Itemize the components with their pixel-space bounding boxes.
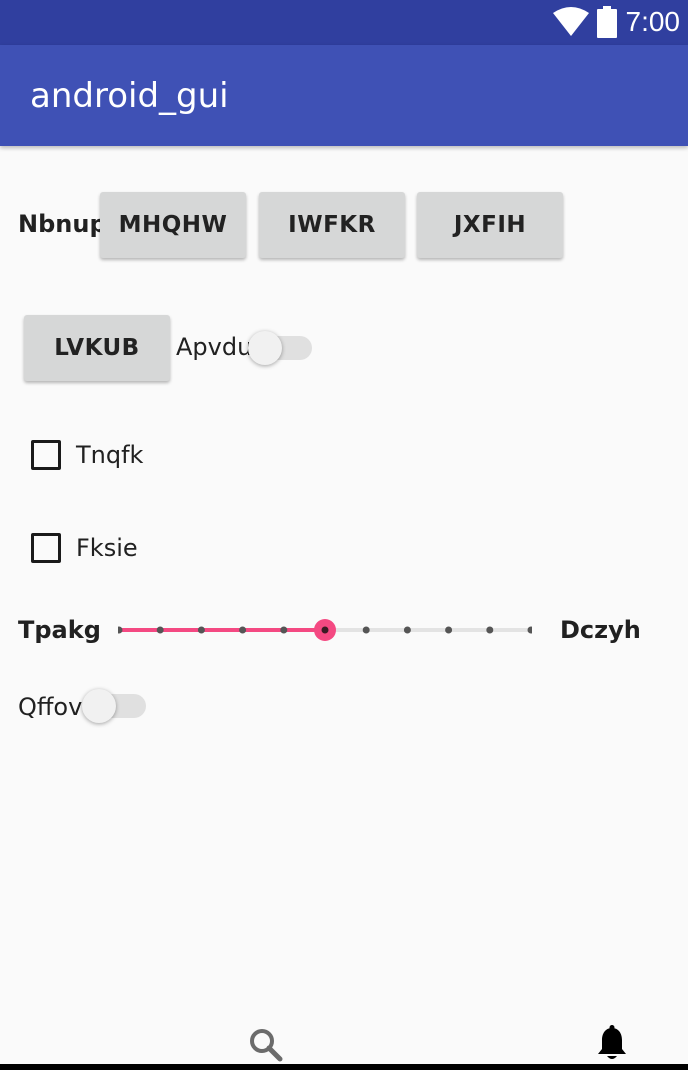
qffov-switch[interactable] <box>82 688 148 724</box>
slider-tick-mark <box>362 626 370 634</box>
switch-thumb <box>248 331 282 365</box>
apvdu-switch-label: Apvdu <box>176 333 253 361</box>
app-bar: android_gui <box>0 45 688 146</box>
slider-left-label: Tpakg <box>18 616 101 644</box>
jxfih-button[interactable]: JXFIH <box>417 192 563 258</box>
row1-label: Nbnup <box>18 210 107 238</box>
slider-tick-mark <box>156 626 164 634</box>
slider-tick-mark <box>280 626 288 634</box>
switch-thumb <box>82 689 116 723</box>
slider-tick-mark <box>197 626 205 634</box>
qffov-switch-label: Qffov <box>18 693 83 721</box>
slider-tick-mark <box>486 626 494 634</box>
tnqfk-checkbox-label: Tnqfk <box>76 441 144 469</box>
status-bar: 7:00 <box>0 0 688 45</box>
slider-tick-mark <box>239 626 247 634</box>
search-icon[interactable] <box>248 1027 284 1063</box>
lvkub-button[interactable]: LVKUB <box>24 315 170 381</box>
slider-tick-mark <box>403 626 411 634</box>
apvdu-switch[interactable] <box>248 330 314 366</box>
slider-tick-mark <box>321 626 329 634</box>
bottom-navigation-edge <box>0 1064 688 1070</box>
tpakg-slider[interactable] <box>118 612 532 648</box>
battery-icon <box>597 6 617 38</box>
fksie-checkbox-label: Fksie <box>76 534 138 562</box>
slider-right-label: Dczyh <box>560 616 641 644</box>
bell-icon[interactable] <box>595 1025 629 1063</box>
wifi-icon <box>553 7 589 36</box>
tnqfk-checkbox[interactable] <box>31 440 61 470</box>
fksie-checkbox[interactable] <box>31 533 61 563</box>
slider-tick-mark <box>445 626 453 634</box>
iwfkr-button[interactable]: IWFKR <box>259 192 405 258</box>
slider-tick-mark <box>527 626 532 634</box>
slider-tick-mark <box>118 626 123 634</box>
app-title: android_gui <box>30 76 229 116</box>
status-time: 7:00 <box>625 6 681 37</box>
mhqhw-button[interactable]: MHQHW <box>100 192 246 258</box>
